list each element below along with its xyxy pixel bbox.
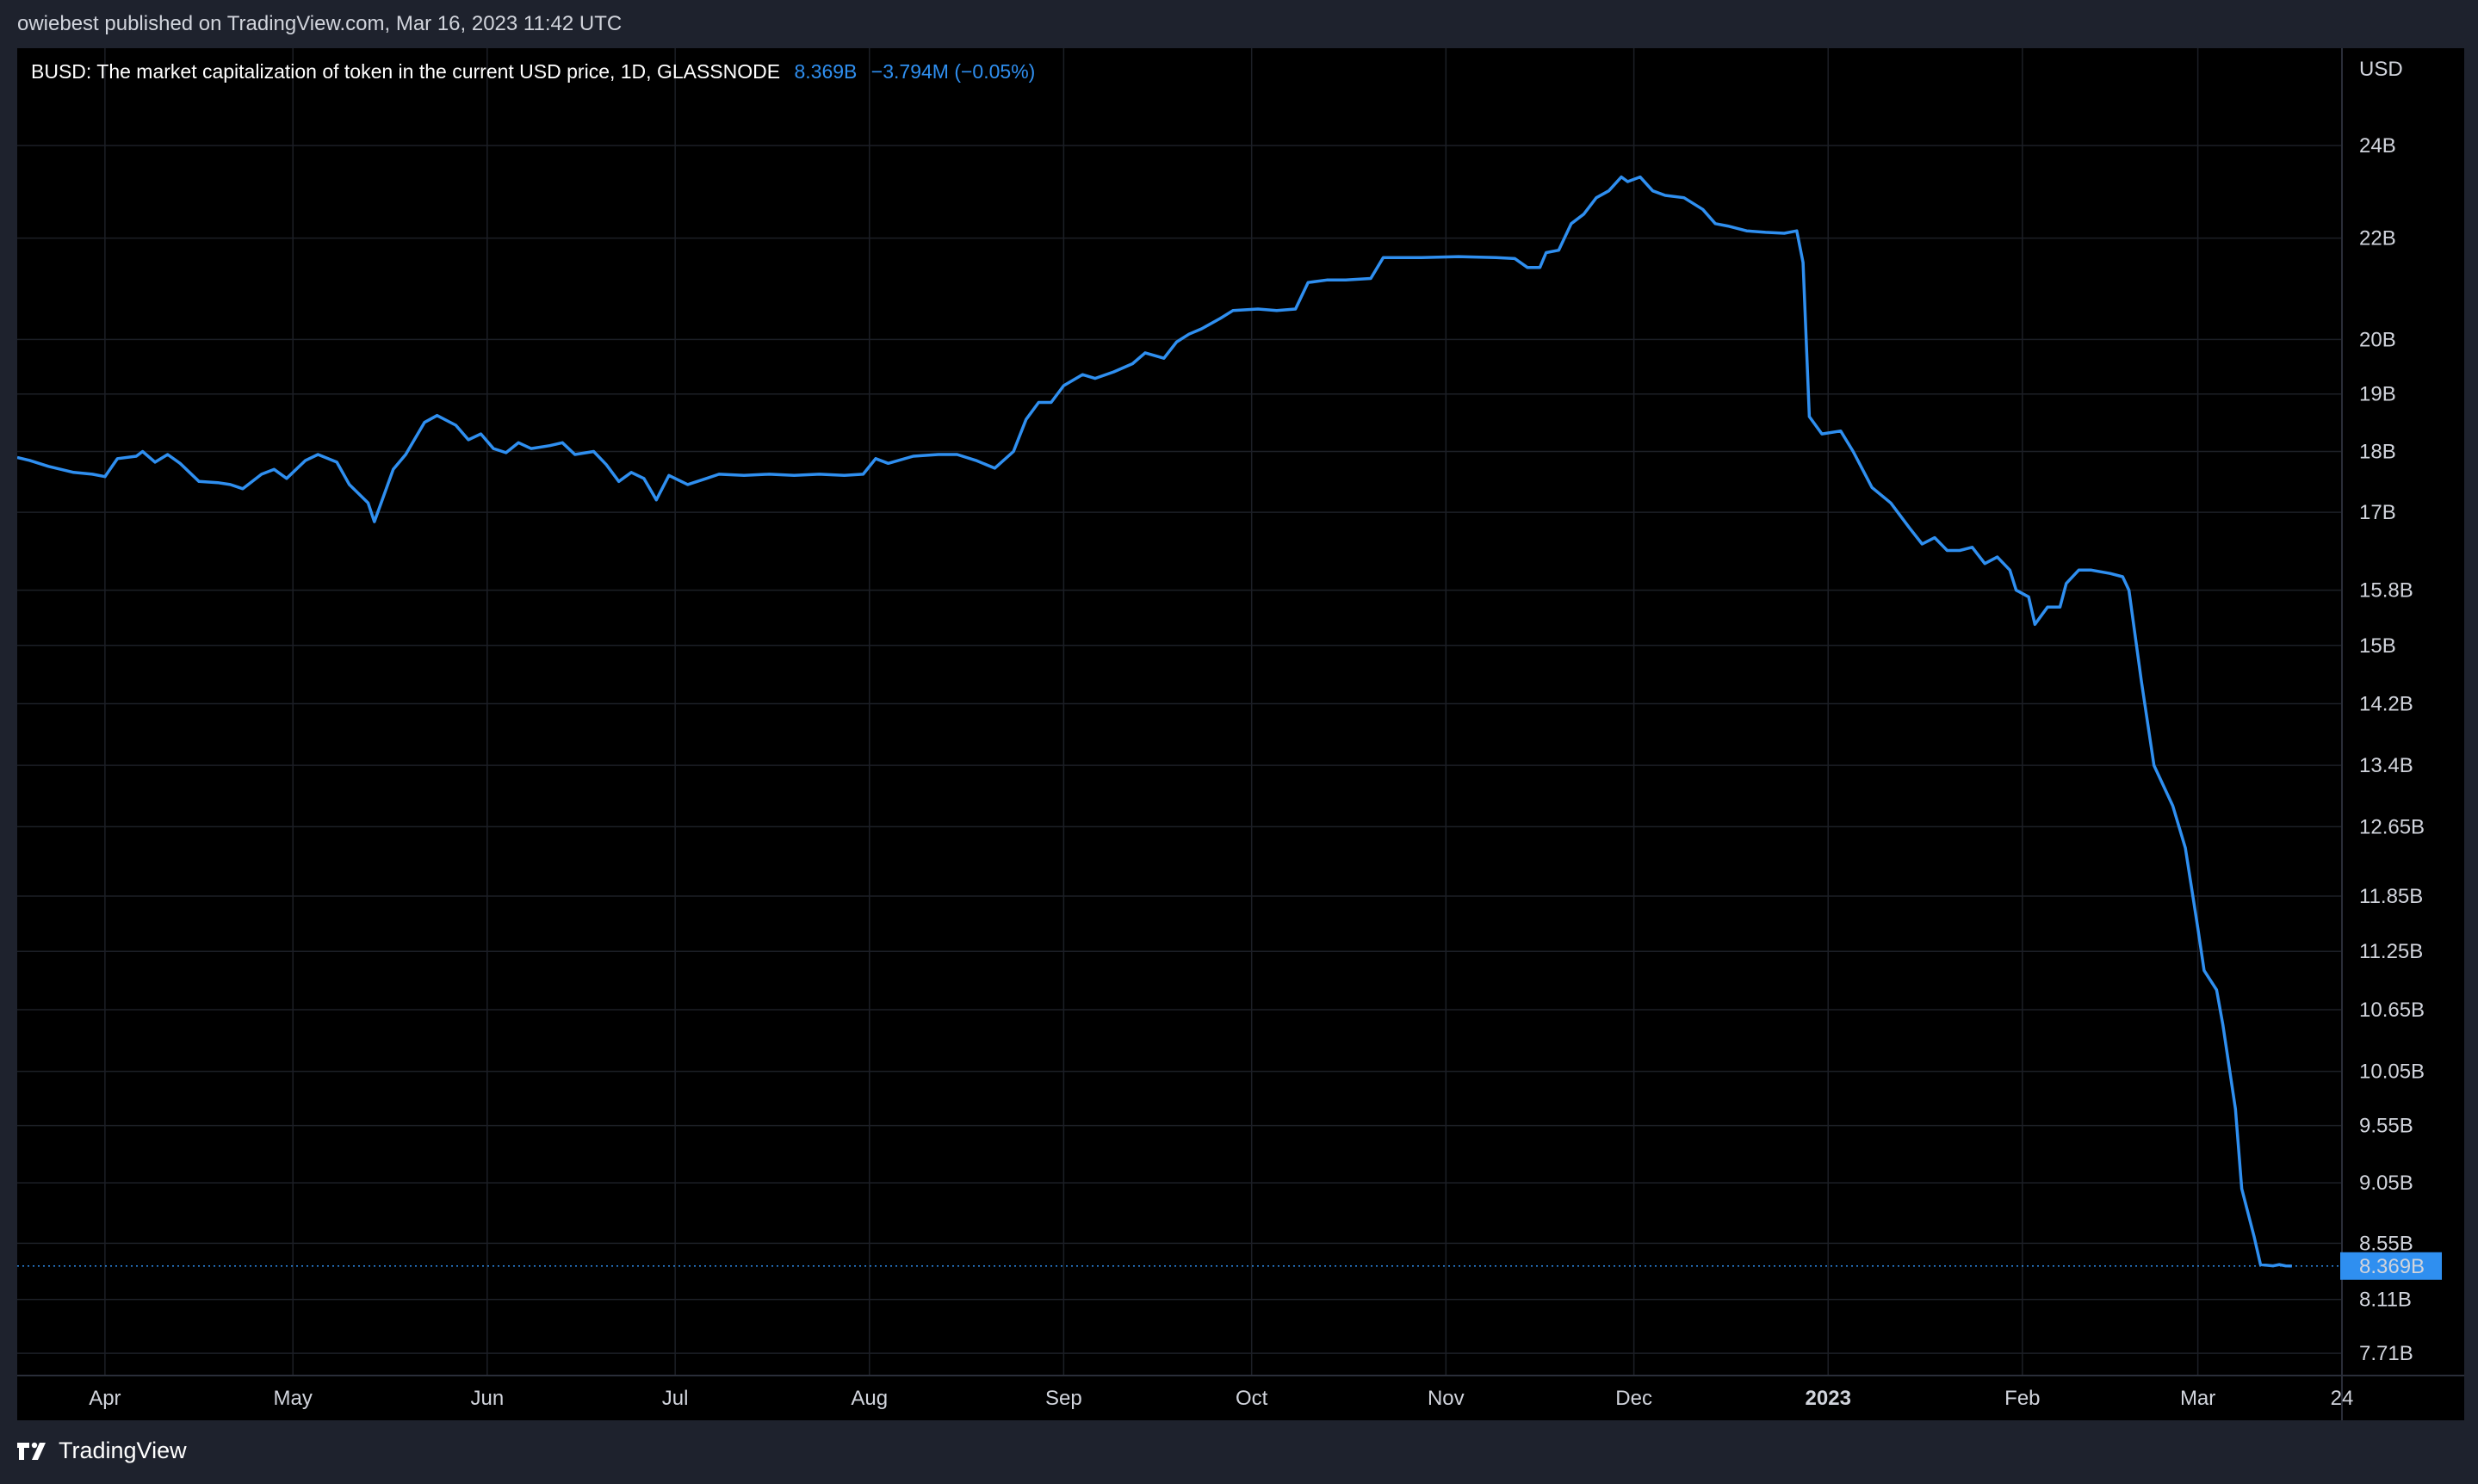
- time-tick-label: Sep: [1045, 1387, 1082, 1410]
- time-tick-label: 2023: [1806, 1387, 1851, 1410]
- time-tick-label: Jun: [470, 1387, 504, 1410]
- price-axis[interactable]: 24B 22B 20B 19B 18B 17B 15.8B 15B 14.2B 13.4B 12.6…: [2359, 134, 2425, 1365]
- price-tick-label: 10.05B: [2359, 1060, 2425, 1084]
- price-tick-label: 8.11B: [2359, 1289, 2412, 1312]
- time-tick-label: Aug: [851, 1387, 888, 1410]
- price-tick-label: 18B: [2359, 441, 2396, 464]
- time-tick-label: Apr: [89, 1387, 121, 1410]
- price-tick-label: 10.65B: [2359, 999, 2425, 1022]
- price-tick-label: 19B: [2359, 383, 2396, 406]
- chart-legend[interactable]: BUSD: The market capitalization of token…: [31, 60, 1035, 83]
- chart-canvas[interactable]: USD 24B 22B 20B 19B 18B 17B 15.8B 15B 14.2B 13.4B…: [17, 48, 2464, 1420]
- tradingview-logo-icon: [17, 1441, 52, 1462]
- last-value-tag: 8.369B: [2340, 1252, 2442, 1280]
- footer-brand-label: TradingView: [59, 1438, 187, 1463]
- time-tick-label: Dec: [1615, 1387, 1652, 1410]
- grid-lines: [17, 48, 2343, 1376]
- footer-brand[interactable]: TradingView: [17, 1438, 187, 1464]
- time-tick-label: Mar: [2180, 1387, 2215, 1410]
- chart-panel[interactable]: USD 24B 22B 20B 19B 18B 17B 15.8B 15B 14.2B 13.4B…: [17, 48, 2464, 1420]
- series-line: [17, 175, 2292, 1268]
- currency-label[interactable]: USD: [2359, 58, 2403, 81]
- price-tick-label: 15.8B: [2359, 579, 2413, 603]
- price-tick-label: 11.85B: [2359, 885, 2423, 908]
- time-tick-label: Feb: [2004, 1387, 2040, 1410]
- legend-title: BUSD: The market capitalization of token…: [31, 60, 781, 83]
- legend-value: 8.369B: [794, 60, 858, 83]
- time-tick-label: 24: [2331, 1387, 2354, 1410]
- price-tick-label: 9.55B: [2359, 1115, 2413, 1138]
- price-tick-label: 17B: [2359, 501, 2396, 524]
- time-tick-label: Jul: [662, 1387, 689, 1410]
- price-tick-label: 13.4B: [2359, 754, 2413, 777]
- price-tick-label: 7.71B: [2359, 1342, 2413, 1365]
- time-tick-label: Nov: [1428, 1387, 1465, 1410]
- price-tick-label: 9.05B: [2359, 1172, 2413, 1195]
- publish-info: owiebest published on TradingView.com, M…: [17, 12, 623, 35]
- price-tick-label: 14.2B: [2359, 693, 2413, 716]
- price-tick-label: 24B: [2359, 134, 2396, 158]
- last-value-tag-label: 8.369B: [2359, 1255, 2425, 1278]
- price-tick-label: 8.55B: [2359, 1232, 2413, 1255]
- price-tick-label: 11.25B: [2359, 940, 2423, 963]
- legend-change: −3.794M (−0.05%): [870, 60, 1036, 83]
- price-tick-label: 20B: [2359, 328, 2396, 351]
- price-tick-label: 22B: [2359, 227, 2396, 250]
- price-tick-label: 15B: [2359, 634, 2396, 658]
- price-tick-label: 12.65B: [2359, 815, 2425, 838]
- time-axis[interactable]: Apr May Jun Jul Aug Sep Oct Nov Dec 2023 Feb Mar 24: [89, 1387, 2353, 1410]
- time-tick-label: May: [274, 1387, 313, 1410]
- time-tick-label: Oct: [1236, 1387, 1268, 1410]
